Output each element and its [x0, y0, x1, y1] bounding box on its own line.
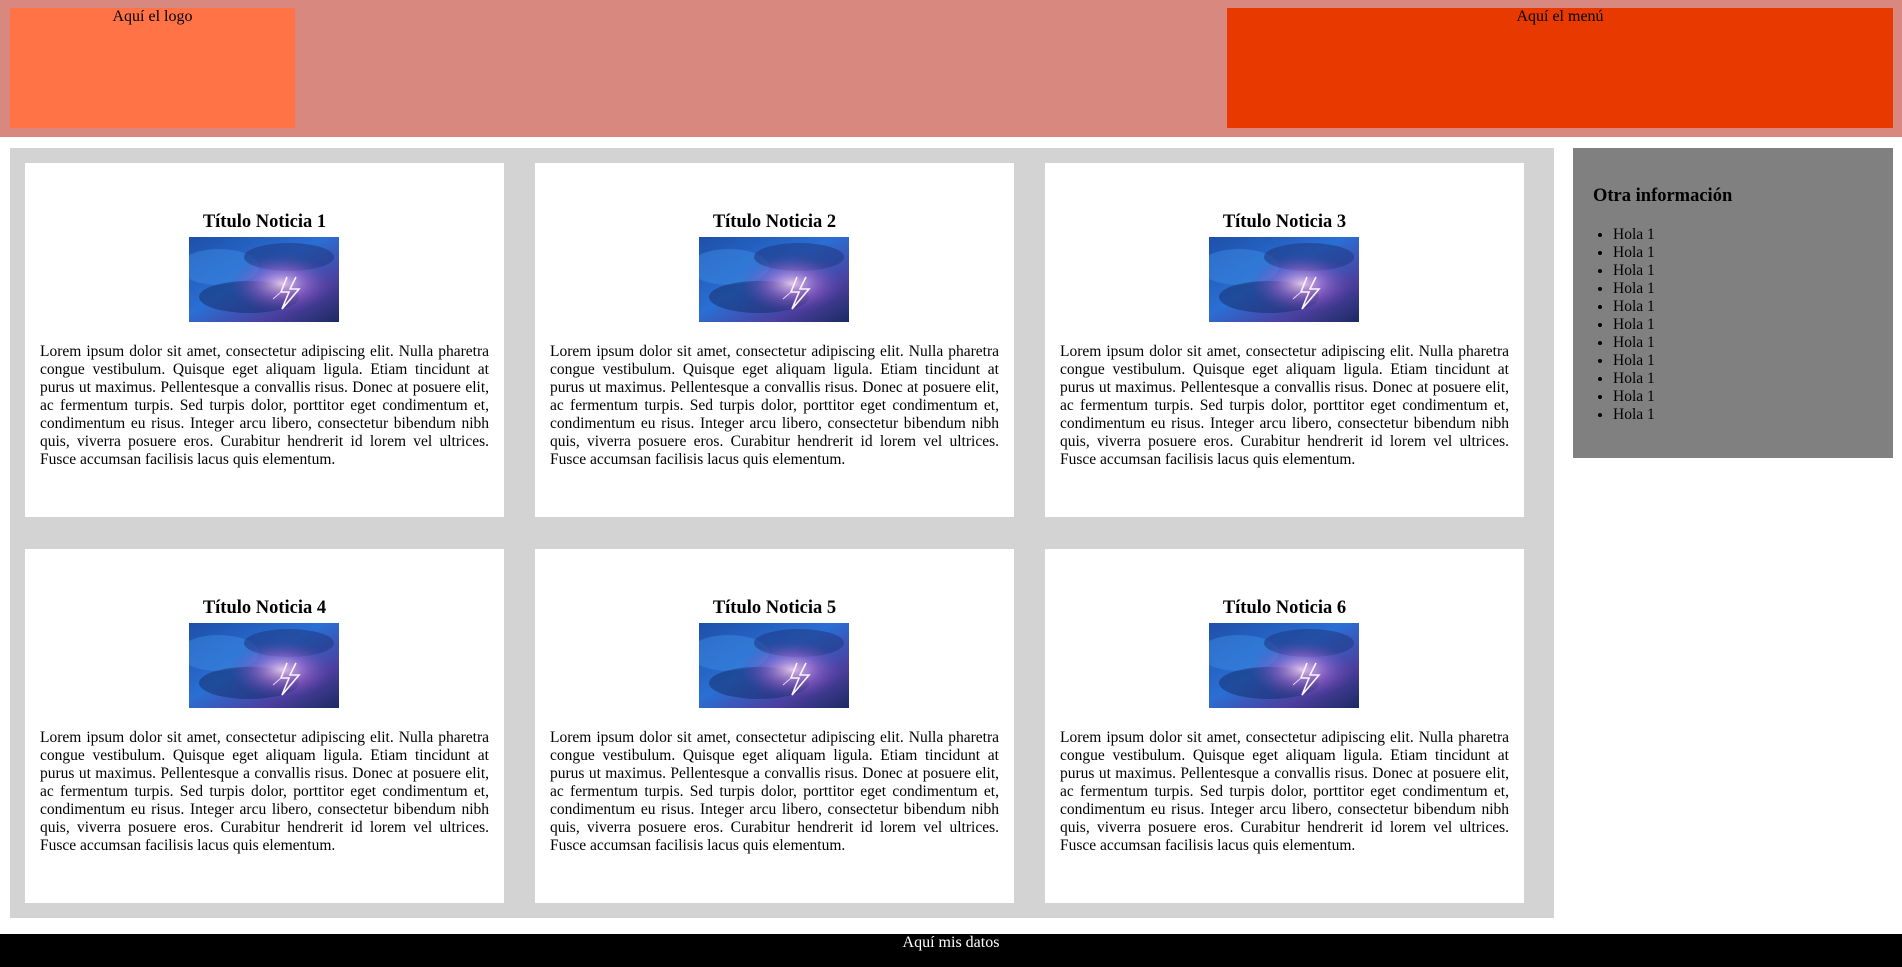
list-item: Hola 1	[1613, 280, 1655, 298]
news-body: Lorem ipsum dolor sit amet, consectetur …	[40, 343, 489, 468]
news-title: Título Noticia 6	[1222, 598, 1347, 618]
news-card: Título Noticia 4 Lorem ipsum dolor sit a…	[25, 549, 504, 903]
news-title: Título Noticia 1	[202, 212, 327, 232]
list-item: Hola 1	[1613, 316, 1655, 334]
news-body: Lorem ipsum dolor sit amet, consectetur …	[550, 729, 999, 854]
news-card: Título Noticia 1 Lorem ipsum dolor sit a…	[25, 163, 504, 517]
news-card: Título Noticia 6 Lorem ipsum dolor sit a…	[1045, 549, 1524, 903]
news-card: Título Noticia 3 Lorem ipsum dolor sit a…	[1045, 163, 1524, 517]
news-card: Título Noticia 2 Lorem ipsum dolor sit a…	[535, 163, 1014, 517]
list-item: Hola 1	[1613, 334, 1655, 352]
news-body: Lorem ipsum dolor sit amet, consectetur …	[1060, 343, 1509, 468]
storm-image	[1209, 623, 1359, 708]
sidebar-title: Otra información	[1593, 186, 1733, 206]
footer-text: Aquí mis datos	[902, 934, 1000, 951]
storm-image	[699, 237, 849, 322]
logo-area: Aquí el logo	[10, 8, 295, 128]
news-title: Título Noticia 2	[712, 212, 837, 232]
storm-image	[699, 623, 849, 708]
menu-text: Aquí el menú	[1516, 8, 1604, 25]
logo-text: Aquí el logo	[112, 8, 193, 25]
news-title: Título Noticia 5	[712, 598, 837, 618]
list-item: Hola 1	[1613, 406, 1655, 424]
news-body: Lorem ipsum dolor sit amet, consectetur …	[40, 729, 489, 854]
news-card: Título Noticia 5 Lorem ipsum dolor sit a…	[535, 549, 1014, 903]
list-item: Hola 1	[1613, 352, 1655, 370]
storm-image	[1209, 237, 1359, 322]
news-title: Título Noticia 3	[1222, 212, 1347, 232]
news-body: Lorem ipsum dolor sit amet, consectetur …	[1060, 729, 1509, 854]
news-section: Título Noticia 1 Lorem ipsum dolor sit a…	[10, 148, 1554, 918]
news-title: Título Noticia 4	[202, 598, 327, 618]
list-item: Hola 1	[1613, 388, 1655, 406]
sidebar-list: Hola 1 Hola 1 Hola 1 Hola 1 Hola 1 Hola …	[1613, 226, 1655, 424]
storm-image	[189, 623, 339, 708]
list-item: Hola 1	[1613, 262, 1655, 280]
list-item: Hola 1	[1613, 244, 1655, 262]
list-item: Hola 1	[1613, 370, 1655, 388]
news-body: Lorem ipsum dolor sit amet, consectetur …	[550, 343, 999, 468]
page-header: Aquí el logo Aquí el menú	[0, 0, 1902, 137]
page-footer: Aquí mis datos	[0, 934, 1902, 967]
menu-area[interactable]: Aquí el menú	[1227, 8, 1893, 128]
list-item: Hola 1	[1613, 226, 1655, 244]
storm-image	[189, 237, 339, 322]
list-item: Hola 1	[1613, 298, 1655, 316]
sidebar-other-info: Otra información Hola 1 Hola 1 Hola 1 Ho…	[1573, 148, 1893, 458]
